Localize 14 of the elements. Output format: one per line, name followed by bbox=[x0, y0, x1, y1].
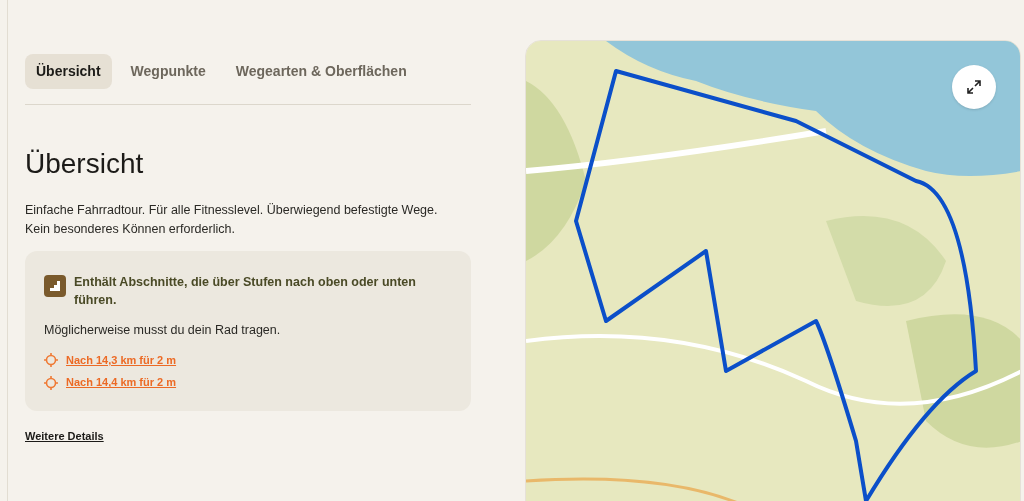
notice-text: Möglicherweise musst du dein Rad tragen. bbox=[44, 322, 282, 339]
notice-title: Enthält Abschnitte, die über Stufen nach oben oder unten führen. bbox=[74, 274, 417, 309]
tab[interactable]: Übersicht bbox=[25, 54, 112, 89]
location-link[interactable]: Nach 14,3 km für 2 m bbox=[66, 351, 177, 369]
crosshair-icon bbox=[44, 353, 58, 367]
more-details-link[interactable]: Weitere Details bbox=[25, 427, 104, 445]
crosshair-icon bbox=[44, 375, 58, 390]
tab[interactable]: Wegpunkte bbox=[119, 54, 217, 89]
description-text: Einfache Fahrradtour. Für alle Fitnesslevel. Überwiegend befestigte Wege. Kein besonderes Können erforderlich. bbox=[25, 202, 439, 238]
expand-icon bbox=[966, 79, 982, 95]
section-heading: Übersicht bbox=[25, 147, 145, 181]
location-link[interactable]: Nach 14,4 km für 2 m bbox=[66, 374, 177, 391]
tab[interactable]: Wegearten & Oberflächen bbox=[224, 54, 418, 89]
stairs-icon bbox=[44, 275, 66, 297]
